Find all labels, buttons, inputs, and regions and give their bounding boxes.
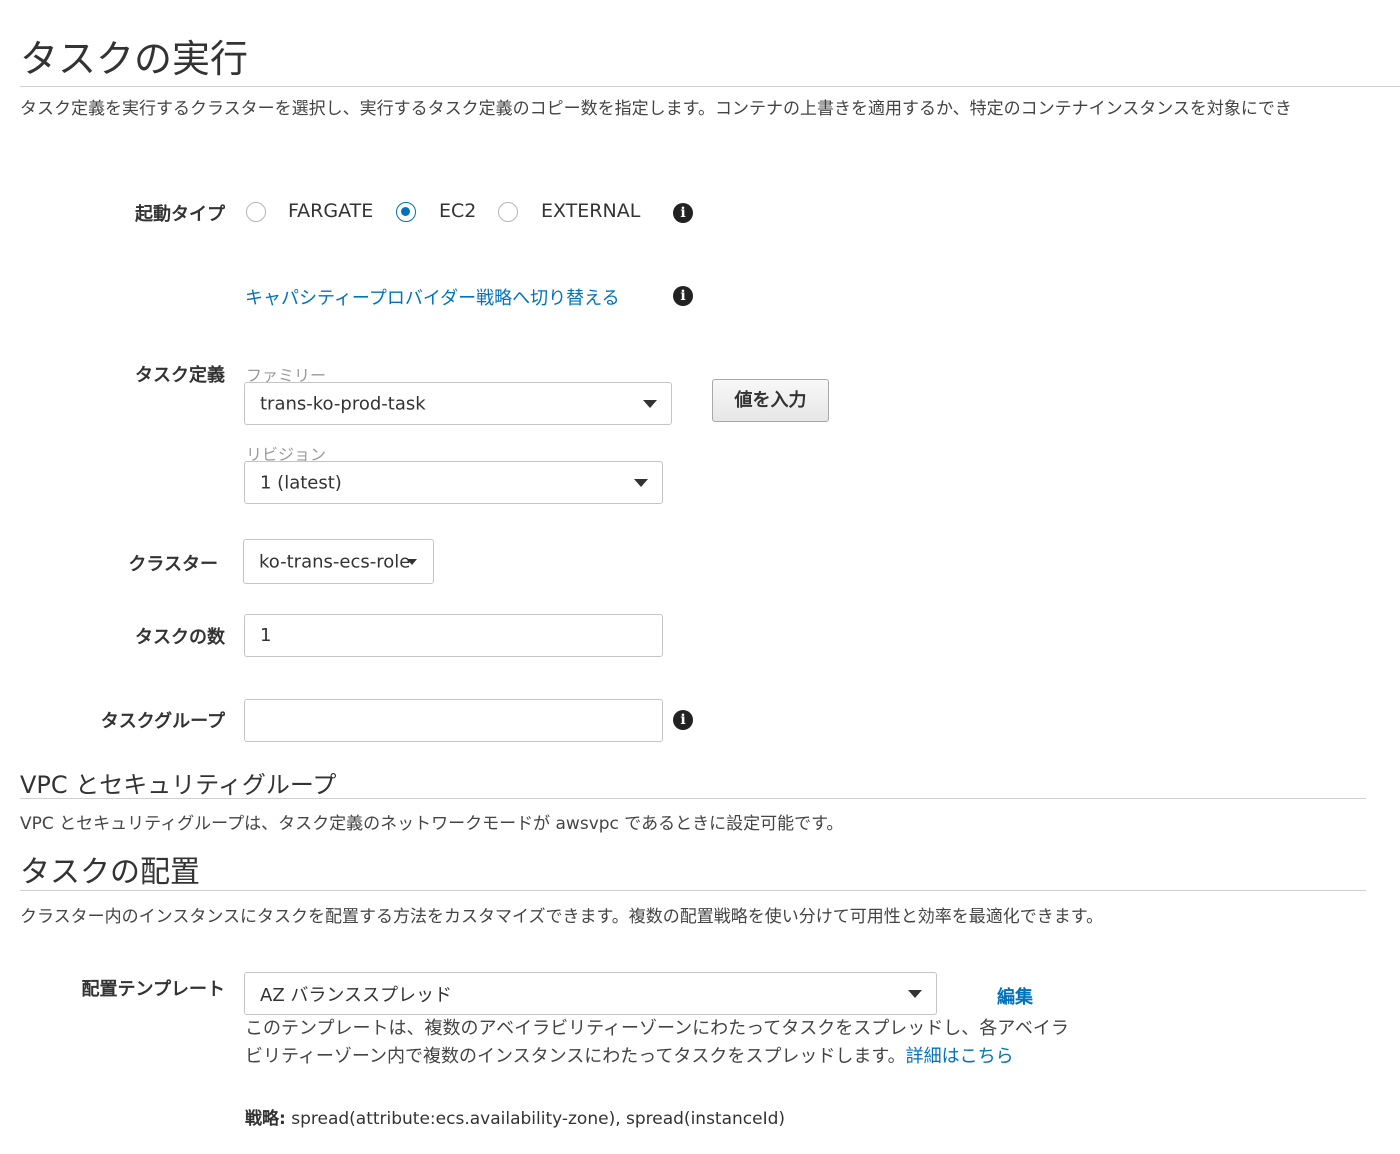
capacity-provider-link[interactable]: キャパシティープロバイダー戦略へ切り替える [245,284,620,310]
learn-more-link[interactable]: 詳細はこちら [906,1046,1014,1067]
placement-help-text: このテンプレートは、複数のアベイラビリティーゾーンにわたってタスクをスプレッドし… [245,1015,1077,1071]
family-select-value: trans-ko-prod-task [260,393,426,414]
vpc-divider [20,798,1366,799]
radio-ec2-selected-dot [401,207,410,216]
vpc-description: VPC とセキュリティグループは、タスク定義のネットワークモードが awsvpc… [20,814,844,834]
enter-value-button[interactable]: 値を入力 [712,379,829,422]
task-group-input[interactable] [244,699,663,742]
task-definition-label: タスク定義 [135,365,225,386]
caret-down-icon [908,990,922,998]
revision-select[interactable]: 1 (latest) [244,461,663,504]
info-icon[interactable]: i [673,286,693,306]
family-select[interactable]: trans-ko-prod-task [244,382,672,425]
radio-fargate[interactable] [246,202,266,222]
radio-fargate-label[interactable]: FARGATE [288,200,373,222]
info-icon[interactable]: i [673,710,693,730]
placement-strategy: 戦略: spread(attribute:ecs.availability-zo… [245,1104,785,1129]
radio-ec2-label[interactable]: EC2 [439,200,476,222]
revision-select-value: 1 (latest) [260,472,342,493]
task-count-input[interactable] [244,614,663,657]
strategy-value: spread(attribute:ecs.availability-zone),… [285,1109,786,1129]
caret-down-icon [634,479,648,487]
radio-external-label[interactable]: EXTERNAL [541,200,640,222]
placement-edit-link[interactable]: 編集 [997,983,1033,1009]
radio-external[interactable] [498,202,518,222]
placement-template-value: AZ バランススプレッド [260,984,453,1006]
cluster-label: クラスター [128,554,218,575]
title-divider [20,86,1400,87]
page-title: タスクの実行 [20,37,249,81]
placement-divider [20,890,1366,891]
strategy-label: 戦略: [245,1109,286,1129]
info-icon[interactable]: i [673,203,693,223]
radio-ec2[interactable] [396,202,416,222]
cluster-select[interactable]: ko-trans-ecs-role [243,539,434,584]
vpc-heading: VPC とセキュリティグループ [20,771,337,799]
task-group-label: タスクグループ [100,711,225,732]
cluster-select-value: ko-trans-ecs-role [259,551,411,572]
page-description: タスク定義を実行するクラスターを選択し、実行するタスク定義のコピー数を指定します… [20,99,1292,119]
placement-template-select[interactable]: AZ バランススプレッド [244,972,937,1015]
placement-template-label: 配置テンプレート [81,979,225,1000]
placement-heading: タスクの配置 [20,855,200,890]
caret-down-icon [407,559,417,565]
launch-type-label: 起動タイプ [135,204,225,225]
caret-down-icon [643,400,657,408]
placement-description: クラスター内のインスタンスにタスクを配置する方法をカスタマイズできます。複数の配… [20,907,1104,927]
task-count-label: タスクの数 [135,627,225,648]
